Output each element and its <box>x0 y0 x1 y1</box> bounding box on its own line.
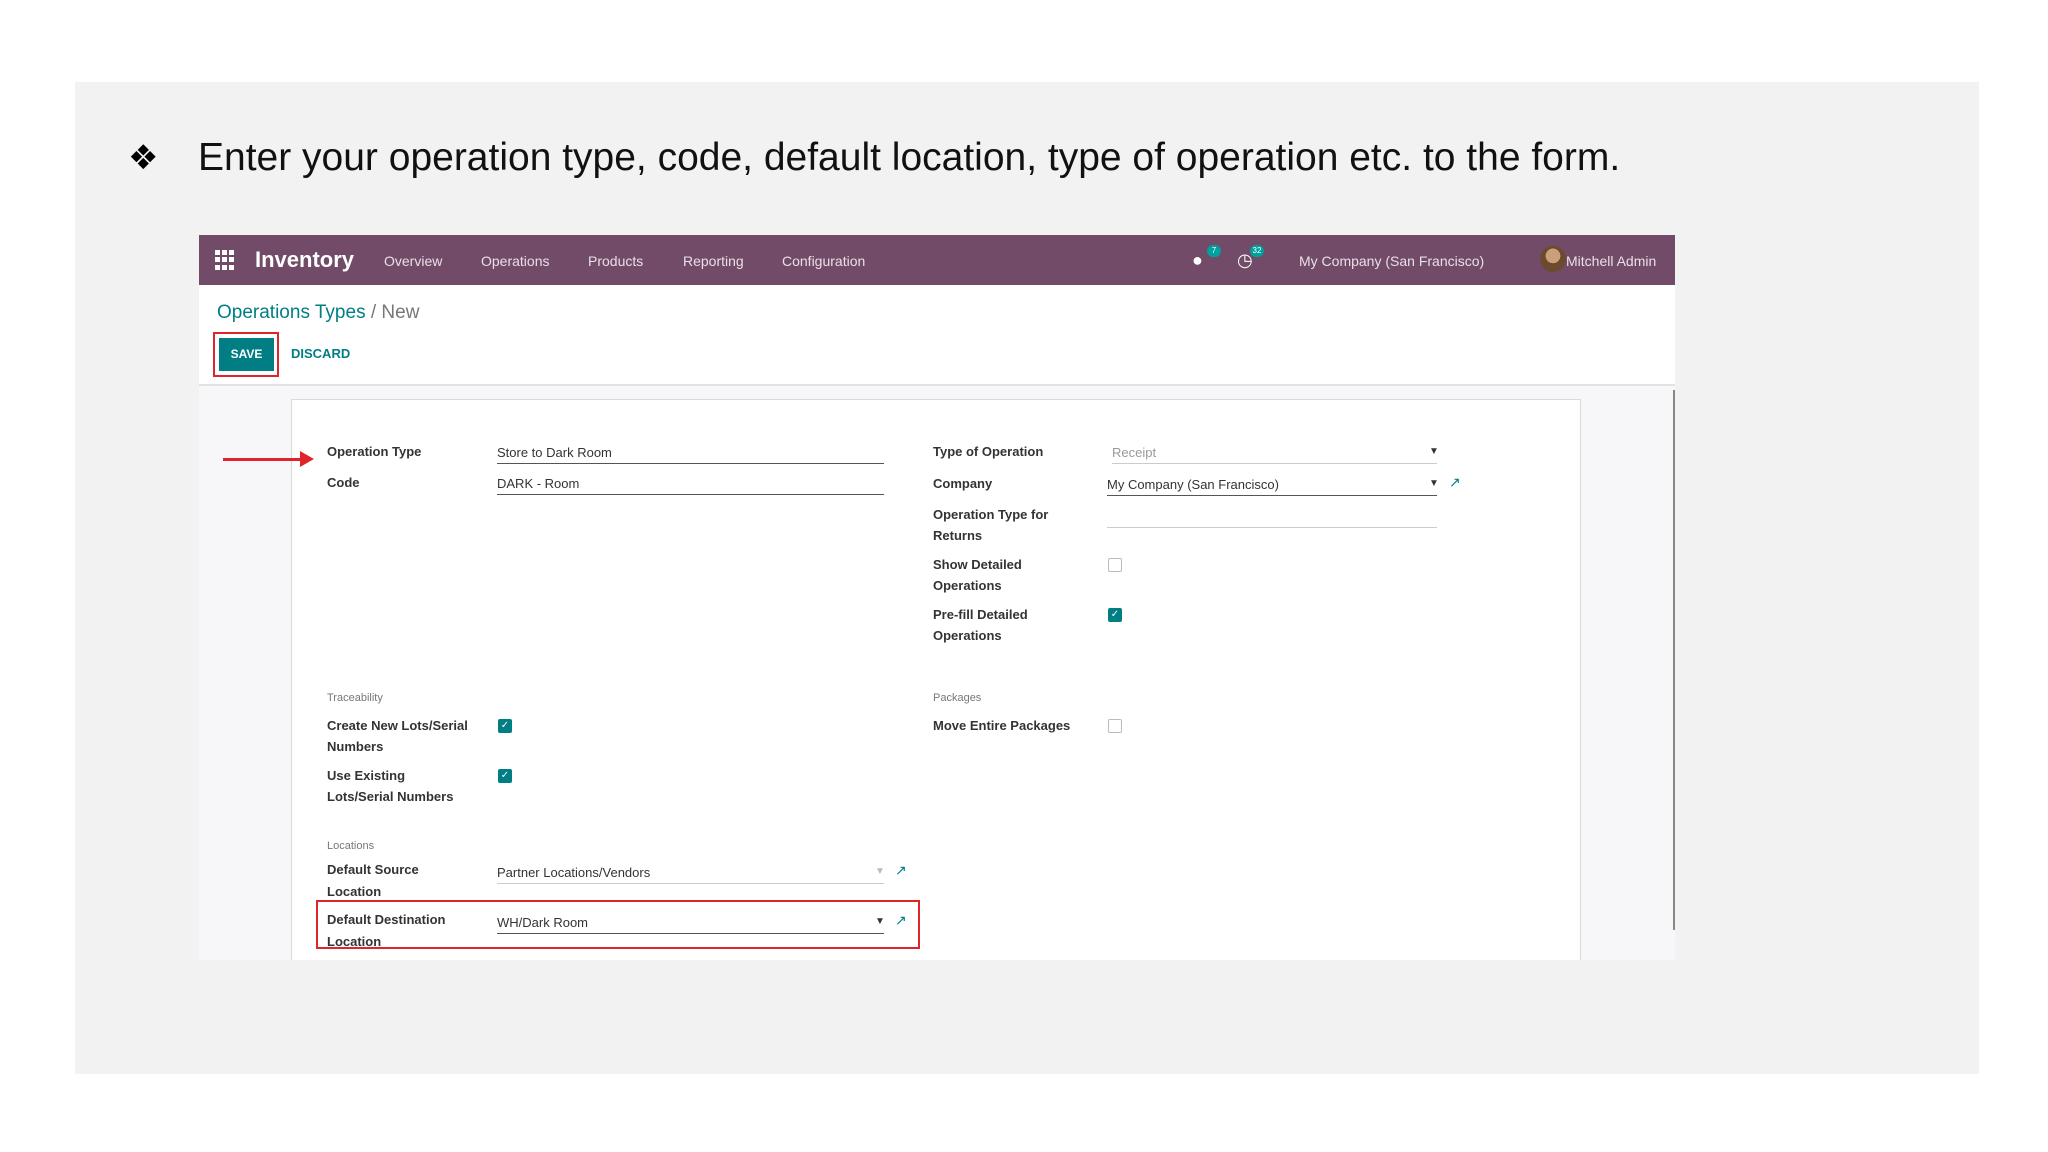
control-panel: Operations Types / New SAVE DISCARD <box>199 285 1675 386</box>
create-lots-label-line2: Numbers <box>327 739 384 754</box>
type-of-operation-underline <box>1112 463 1437 464</box>
operation-type-label: Operation Type <box>327 444 422 459</box>
user-menu[interactable]: Mitchell Admin <box>1566 253 1656 269</box>
locations-section-title: Locations <box>327 840 375 852</box>
show-detailed-label-line1: Show Detailed <box>933 557 1022 572</box>
breadcrumb-separator: / <box>370 302 377 323</box>
use-existing-checkbox[interactable]: ✓ <box>498 769 512 783</box>
operation-type-input[interactable]: Store to Dark Room <box>497 445 612 460</box>
company-select[interactable]: My Company (San Francisco) <box>1107 477 1279 492</box>
operation-type-underline <box>497 463 884 464</box>
code-underline <box>497 494 884 495</box>
breadcrumb: Operations Types / New <box>217 302 419 324</box>
user-avatar[interactable] <box>1540 246 1566 272</box>
create-lots-label-line1: Create New Lots/Serial <box>327 718 468 733</box>
default-source-external-link-icon[interactable]: ↗ <box>895 862 907 879</box>
top-navbar: Inventory Overview Operations Products R… <box>199 235 1675 285</box>
prefill-label-line2: Operations <box>933 628 1002 643</box>
show-detailed-checkbox[interactable] <box>1108 558 1122 572</box>
annotation-arrow-shaft <box>223 458 303 461</box>
use-existing-label-line1: Use Existing <box>327 768 406 783</box>
breadcrumb-current: New <box>381 302 420 323</box>
company-caret-icon[interactable]: ▼ <box>1429 478 1439 489</box>
slide-heading: Enter your operation type, code, default… <box>198 136 1621 179</box>
default-source-underline <box>497 883 884 884</box>
default-dest-label-line1: Default Destination <box>327 912 446 927</box>
traceability-section-title: Traceability <box>327 692 383 704</box>
default-source-caret-icon[interactable]: ▼ <box>875 866 885 877</box>
return-type-input[interactable] <box>1107 527 1437 528</box>
discard-button[interactable]: DISCARD <box>291 346 350 361</box>
messages-badge: 7 <box>1207 245 1221 257</box>
packages-section-title: Packages <box>933 692 982 704</box>
annotation-arrow-icon <box>300 451 314 467</box>
code-input[interactable]: DARK - Room <box>497 476 579 491</box>
default-dest-label-line2: Location <box>327 934 382 949</box>
type-of-operation-select[interactable]: Receipt <box>1112 445 1156 460</box>
activities-badge: 32 <box>1250 245 1264 257</box>
app-name[interactable]: Inventory <box>255 247 354 273</box>
prefill-checkbox[interactable]: ✓ <box>1108 608 1122 622</box>
default-destination-external-link-icon[interactable]: ↗ <box>895 912 907 929</box>
return-type-label-line2: Returns <box>933 528 983 543</box>
menu-products[interactable]: Products <box>588 253 643 269</box>
default-source-label-line2: Location <box>327 884 382 899</box>
company-switcher[interactable]: My Company (San Francisco) <box>1299 253 1484 269</box>
create-lots-checkbox[interactable]: ✓ <box>498 719 512 733</box>
menu-configuration[interactable]: Configuration <box>782 253 865 269</box>
menu-operations[interactable]: Operations <box>481 253 549 269</box>
default-source-select[interactable]: Partner Locations/Vendors <box>497 865 650 880</box>
menu-reporting[interactable]: Reporting <box>683 253 744 269</box>
apps-grid-icon[interactable] <box>215 250 235 270</box>
move-packages-label: Move Entire Packages <box>933 718 1071 733</box>
code-label: Code <box>327 475 360 490</box>
breadcrumb-parent-link[interactable]: Operations Types <box>217 302 366 323</box>
use-existing-label-line2: Lots/Serial Numbers <box>327 789 454 804</box>
odoo-screenshot: Inventory Overview Operations Products R… <box>199 235 1675 960</box>
default-destination-underline <box>497 933 884 934</box>
show-detailed-label-line2: Operations <box>933 578 1002 593</box>
company-external-link-icon[interactable]: ↗ <box>1449 474 1461 491</box>
menu-overview[interactable]: Overview <box>384 253 442 269</box>
default-destination-select[interactable]: WH/Dark Room <box>497 915 588 930</box>
default-destination-caret-icon[interactable]: ▼ <box>875 916 885 927</box>
bullet-diamond-icon: ❖ <box>128 138 159 178</box>
default-source-label-line1: Default Source <box>327 862 419 877</box>
type-of-operation-caret-icon[interactable]: ▼ <box>1429 446 1439 457</box>
move-packages-checkbox[interactable] <box>1108 719 1122 733</box>
form-sheet: Operation Type Store to Dark Room Code D… <box>291 399 1581 960</box>
return-type-label-line1: Operation Type for <box>933 507 1049 522</box>
type-of-operation-label: Type of Operation <box>933 444 1044 459</box>
scrollbar[interactable] <box>1673 390 1675 930</box>
company-underline <box>1107 495 1437 496</box>
company-label: Company <box>933 476 993 491</box>
save-button[interactable]: SAVE <box>219 338 274 371</box>
prefill-label-line1: Pre-fill Detailed <box>933 607 1028 622</box>
